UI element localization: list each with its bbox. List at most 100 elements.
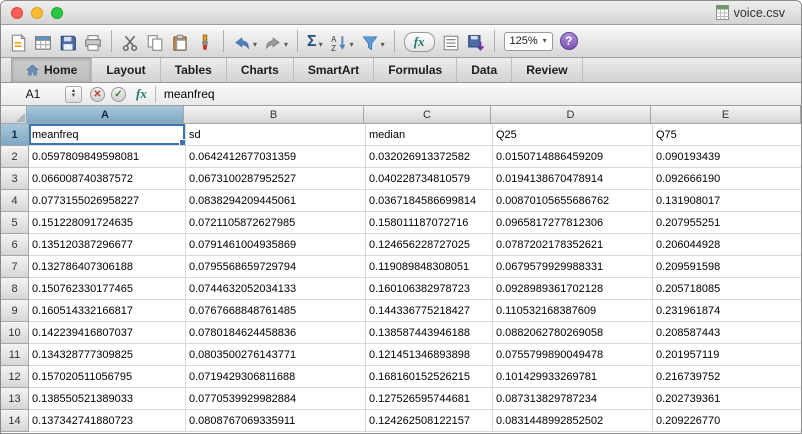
column-header-A[interactable]: A <box>27 106 184 124</box>
cell-E9[interactable]: 0.231961874 <box>653 300 801 322</box>
cell-B11[interactable]: 0.0803500276143771 <box>186 344 366 366</box>
sort-dropdown-icon[interactable]: ▾ <box>350 40 354 52</box>
cell-B6[interactable]: 0.0791461004935869 <box>186 234 366 256</box>
cell-E8[interactable]: 0.205718085 <box>653 278 801 300</box>
function-button[interactable]: fx <box>403 30 435 52</box>
cell-D8[interactable]: 0.0928989361702128 <box>493 278 653 300</box>
row-header-8[interactable]: 8 <box>1 278 29 300</box>
cell-A9[interactable]: 0.160514332166817 <box>29 300 186 322</box>
cell-C5[interactable]: 0.158011187072716 <box>366 212 493 234</box>
cell-A13[interactable]: 0.138550521389033 <box>29 388 186 410</box>
cell-D3[interactable]: 0.0194138670478914 <box>493 168 653 190</box>
cell-C6[interactable]: 0.124656228727025 <box>366 234 493 256</box>
row-header-2[interactable]: 2 <box>1 146 29 168</box>
row-header-14[interactable]: 14 <box>1 410 29 432</box>
cell-B4[interactable]: 0.0838294209445061 <box>186 190 366 212</box>
column-header-E[interactable]: E <box>651 106 801 124</box>
cell-D13[interactable]: 0.087313829787234 <box>493 388 653 410</box>
cell-A14[interactable]: 0.137342741880723 <box>29 410 186 432</box>
tab-charts[interactable]: Charts <box>227 58 294 82</box>
redo-dropdown-icon[interactable]: ▾ <box>284 40 288 52</box>
new-workbook-button[interactable] <box>9 30 27 52</box>
cell-E11[interactable]: 0.201957119 <box>653 344 801 366</box>
cell-A5[interactable]: 0.151228091724635 <box>29 212 186 234</box>
row-header-9[interactable]: 9 <box>1 300 29 322</box>
cell-C8[interactable]: 0.160106382978723 <box>366 278 493 300</box>
row-header-3[interactable]: 3 <box>1 168 29 190</box>
cut-button[interactable] <box>121 30 139 52</box>
tab-review[interactable]: Review <box>512 58 583 82</box>
row-header-13[interactable]: 13 <box>1 388 29 410</box>
cell-D4[interactable]: 0.00870105655686762 <box>493 190 653 212</box>
cell-A1[interactable]: meanfreq <box>29 124 186 146</box>
tab-data[interactable]: Data <box>457 58 513 82</box>
cell-B7[interactable]: 0.0795568659729794 <box>186 256 366 278</box>
row-header-7[interactable]: 7 <box>1 256 29 278</box>
cell-A4[interactable]: 0.0773155026958227 <box>29 190 186 212</box>
row-header-4[interactable]: 4 <box>1 190 29 212</box>
cell-C3[interactable]: 0.040228734810579 <box>366 168 493 190</box>
row-header-5[interactable]: 5 <box>1 212 29 234</box>
cell-A10[interactable]: 0.142239416807037 <box>29 322 186 344</box>
filter-button[interactable]: ▾ <box>361 30 385 52</box>
cell-E10[interactable]: 0.208587443 <box>653 322 801 344</box>
cell-B14[interactable]: 0.0808767069335911 <box>186 410 366 432</box>
print-button[interactable] <box>84 30 102 52</box>
column-header-C[interactable]: C <box>364 106 491 124</box>
insert-function-button[interactable]: fx <box>136 86 147 102</box>
cell-B8[interactable]: 0.0744632052034133 <box>186 278 366 300</box>
cell-E1[interactable]: Q75 <box>653 124 801 146</box>
cell-B10[interactable]: 0.0780184624458836 <box>186 322 366 344</box>
close-button[interactable] <box>11 6 23 19</box>
tab-home[interactable]: Home <box>11 58 93 82</box>
cancel-button[interactable]: ✕ <box>90 86 105 102</box>
formula-list-button[interactable] <box>442 30 460 52</box>
cell-A3[interactable]: 0.066008740387572 <box>29 168 186 190</box>
zoom-dropdown[interactable]: 125% ▾ <box>503 31 553 51</box>
row-header-6[interactable]: 6 <box>1 234 29 256</box>
undo-dropdown-icon[interactable]: ▾ <box>253 40 257 52</box>
cell-A12[interactable]: 0.157020511056795 <box>29 366 186 388</box>
cell-E12[interactable]: 0.216739752 <box>653 366 801 388</box>
open-button[interactable] <box>34 30 52 52</box>
paste-button[interactable] <box>171 30 189 52</box>
autosum-dropdown-icon[interactable]: ▾ <box>319 40 323 52</box>
autosum-button[interactable]: Σ ▾ <box>307 30 323 52</box>
cell-D1[interactable]: Q25 <box>493 124 653 146</box>
row-header-1[interactable]: 1 <box>1 124 29 146</box>
cell-C1[interactable]: median <box>366 124 493 146</box>
cell-C10[interactable]: 0.138587443946188 <box>366 322 493 344</box>
row-header-10[interactable]: 10 <box>1 322 29 344</box>
row-header-11[interactable]: 11 <box>1 344 29 366</box>
copy-button[interactable] <box>146 30 164 52</box>
help-button[interactable]: ? <box>559 32 578 50</box>
cell-E3[interactable]: 0.092666190 <box>653 168 801 190</box>
cell-E14[interactable]: 0.209226770 <box>653 410 801 432</box>
accept-button[interactable]: ✓ <box>111 86 126 102</box>
cell-E2[interactable]: 0.090193439 <box>653 146 801 168</box>
filter-dropdown-icon[interactable]: ▾ <box>381 40 385 52</box>
cell-C12[interactable]: 0.168160152526215 <box>366 366 493 388</box>
cell-A7[interactable]: 0.132786407306188 <box>29 256 186 278</box>
cell-D9[interactable]: 0.110532168387609 <box>493 300 653 322</box>
cell-D7[interactable]: 0.0679579929988331 <box>493 256 653 278</box>
cell-E7[interactable]: 0.209591598 <box>653 256 801 278</box>
column-header-D[interactable]: D <box>491 106 651 124</box>
cell-B12[interactable]: 0.0719429306811688 <box>186 366 366 388</box>
cell-A11[interactable]: 0.134328777309825 <box>29 344 186 366</box>
cell-A8[interactable]: 0.150762330177465 <box>29 278 186 300</box>
cell-D10[interactable]: 0.0882062780269058 <box>493 322 653 344</box>
cell-B5[interactable]: 0.0721105872627985 <box>186 212 366 234</box>
redo-button[interactable]: ▾ <box>264 30 288 52</box>
export-button[interactable] <box>467 30 485 52</box>
format-painter-button[interactable] <box>196 30 214 52</box>
cell-E4[interactable]: 0.131908017 <box>653 190 801 212</box>
name-box-stepper[interactable]: ▲ ▼ <box>65 85 82 103</box>
cell-A6[interactable]: 0.135120387296677 <box>29 234 186 256</box>
cell-E6[interactable]: 0.206044928 <box>653 234 801 256</box>
save-button[interactable] <box>59 30 77 52</box>
undo-button[interactable]: ▾ <box>233 30 257 52</box>
cell-C4[interactable]: 0.0367184586699814 <box>366 190 493 212</box>
cell-D12[interactable]: 0.101429933269781 <box>493 366 653 388</box>
cell-C2[interactable]: 0.032026913372582 <box>366 146 493 168</box>
